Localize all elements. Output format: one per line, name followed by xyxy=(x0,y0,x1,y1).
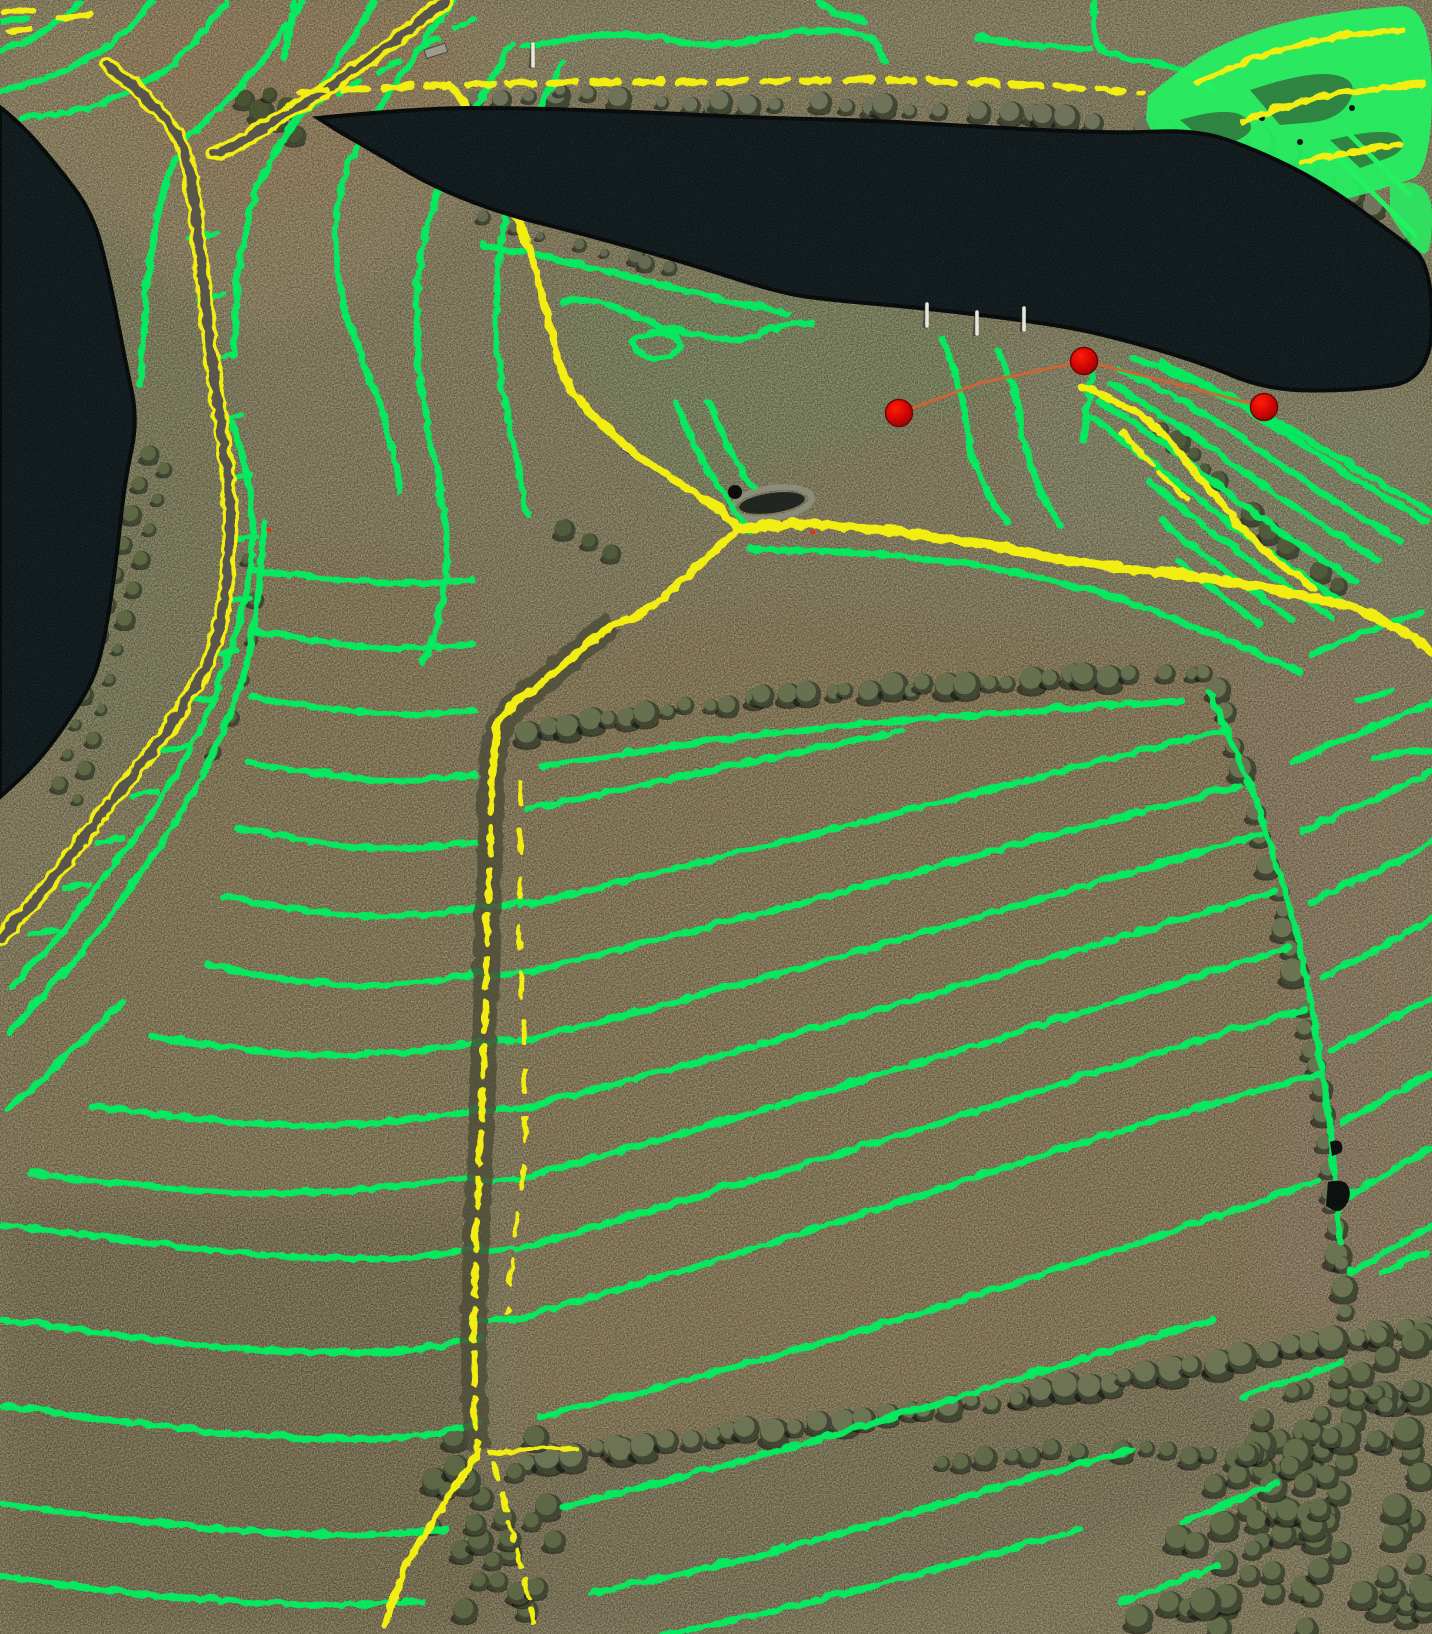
terrain-3d-view[interactable] xyxy=(0,0,1432,1634)
speckle-overlay xyxy=(0,0,1432,1634)
map-viewport[interactable] xyxy=(0,0,1432,1634)
